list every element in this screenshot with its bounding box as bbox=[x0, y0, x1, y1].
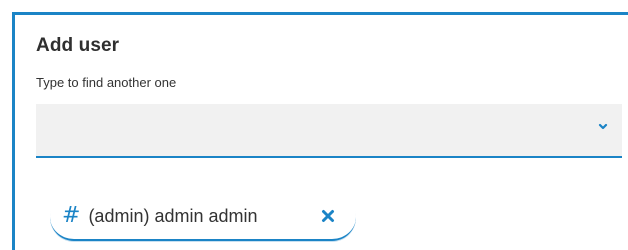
close-icon[interactable] bbox=[320, 208, 336, 224]
chevron-down-icon[interactable] bbox=[596, 120, 610, 134]
selected-user-label: (admin) admin admin bbox=[88, 205, 258, 226]
selected-user-tag: # (admin) admin admin bbox=[50, 193, 356, 241]
select-hint-label: Type to find another one bbox=[36, 75, 177, 90]
user-select-dropdown[interactable] bbox=[36, 104, 622, 158]
section-title: Add user bbox=[36, 35, 120, 56]
add-user-panel: Add user Type to find another one # (adm… bbox=[12, 12, 628, 250]
hash-icon: # bbox=[62, 203, 81, 228]
